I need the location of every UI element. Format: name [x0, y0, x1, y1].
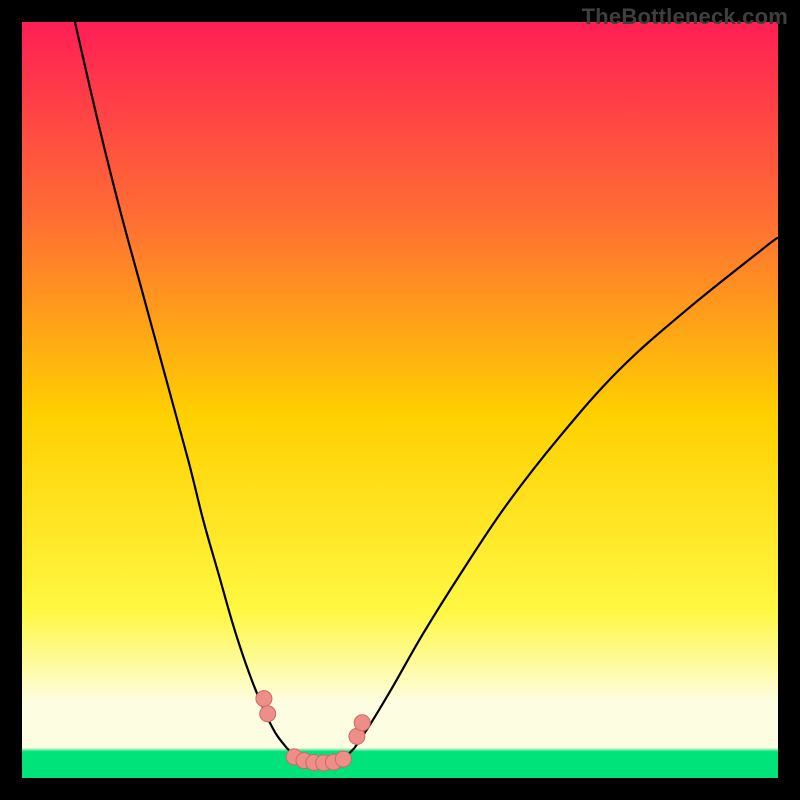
- data-bead: [354, 715, 370, 731]
- data-bead: [256, 691, 272, 707]
- plot-area: [22, 22, 778, 778]
- chart-svg: [22, 22, 778, 778]
- attribution-label: TheBottleneck.com: [582, 4, 788, 30]
- data-bead: [335, 751, 351, 767]
- data-bead: [260, 706, 276, 722]
- gradient-background: [22, 22, 778, 778]
- outer-frame: TheBottleneck.com: [0, 0, 800, 800]
